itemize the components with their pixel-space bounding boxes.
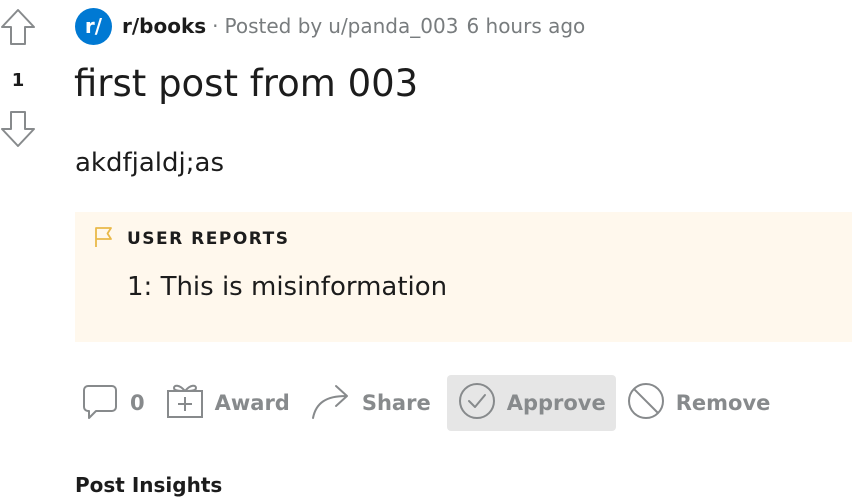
comments-button[interactable]: 0: [76, 375, 155, 431]
comments-count: 0: [130, 391, 145, 415]
vote-score: 1: [11, 70, 25, 91]
share-icon: [310, 381, 362, 426]
remove-button[interactable]: Remove: [616, 375, 781, 431]
post-meta: r/ r/books · Posted by u/panda_003 6 hou…: [75, 7, 585, 45]
post-title[interactable]: first post from 003: [74, 62, 418, 105]
post-actions: 0 Award Share Approve Remove: [76, 375, 780, 431]
meta-separator: ·: [212, 14, 219, 38]
user-reports-panel: USER REPORTS 1: This is misinformation: [75, 212, 852, 342]
posted-by-label: Posted by: [224, 14, 323, 38]
author-link[interactable]: u/panda_003: [328, 14, 458, 38]
share-label: Share: [361, 391, 431, 415]
share-button[interactable]: Share: [300, 375, 441, 431]
award-button[interactable]: Award: [155, 375, 300, 431]
flag-icon: [93, 226, 115, 252]
award-label: Award: [214, 391, 290, 415]
check-circle-icon: [457, 381, 507, 426]
downvote-icon[interactable]: [0, 110, 36, 152]
reports-header: USER REPORTS: [93, 226, 289, 252]
post-body: akdfjaldj;as: [75, 148, 224, 178]
approve-label: Approve: [506, 391, 606, 415]
remove-label: Remove: [675, 391, 771, 415]
post-insights-heading[interactable]: Post Insights: [75, 473, 222, 497]
reports-heading: USER REPORTS: [127, 229, 290, 249]
subreddit-avatar[interactable]: r/: [75, 7, 112, 45]
approve-button[interactable]: Approve: [446, 375, 616, 431]
upvote-icon[interactable]: [0, 8, 36, 50]
report-item: 1: This is misinformation: [127, 272, 448, 302]
comment-icon: [80, 381, 130, 426]
vote-column: 1: [0, 8, 36, 152]
gift-icon: [165, 381, 215, 426]
subreddit-link[interactable]: r/books: [122, 14, 206, 38]
ban-icon: [626, 381, 676, 426]
post-time[interactable]: 6 hours ago: [466, 14, 585, 38]
